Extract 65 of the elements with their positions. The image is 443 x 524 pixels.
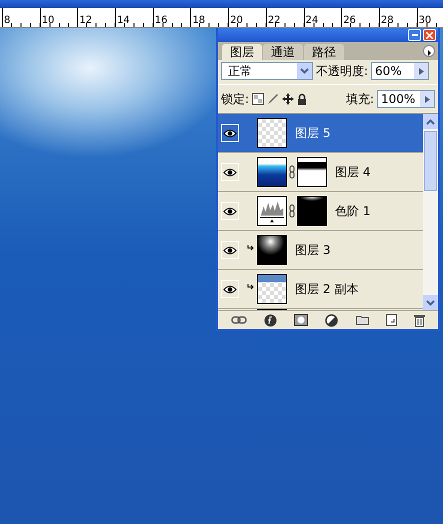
link-icon[interactable] (230, 316, 247, 324)
eye-icon[interactable] (221, 241, 239, 259)
layer-thumbnail (257, 157, 287, 187)
panel-tab[interactable]: 路径 (304, 44, 344, 60)
layer-name: 图层 4 (335, 164, 370, 180)
scroll-up-button[interactable] (423, 114, 438, 129)
scroll-down-button[interactable] (423, 295, 438, 310)
ruler-label: 12 (78, 15, 92, 27)
triangle-right-icon (424, 96, 430, 102)
layer-name: 图层 3 (295, 242, 330, 258)
ruler-label: 26 (342, 15, 356, 27)
blend-mode-dropdown[interactable]: 正常 (221, 62, 313, 80)
layer-mask-thumbnail (297, 196, 327, 226)
ruler-label: 14 (116, 15, 130, 27)
caret-down-icon (300, 68, 309, 74)
layer-thumbnail (257, 235, 287, 265)
chain-link-icon (289, 165, 295, 179)
layer-name: 图层 2 副本 (295, 280, 358, 298)
layer-mask-thumbnail (297, 157, 327, 187)
layer-row[interactable]: 图层 5 (218, 114, 423, 153)
mask-icon[interactable] (294, 314, 308, 326)
new-layer-icon[interactable] (386, 314, 398, 326)
fill-label: 填充: (346, 90, 374, 108)
ruler-label: 28 (380, 15, 394, 27)
ruler-label: 10 (40, 15, 54, 27)
eye-icon[interactable] (221, 280, 239, 298)
eye-icon[interactable] (221, 163, 239, 181)
levels-icon (257, 196, 287, 226)
half-circle-icon[interactable] (325, 314, 338, 326)
minimize-icon (412, 34, 418, 36)
panel-tab[interactable]: 图层 (222, 44, 262, 60)
layer-style-icon[interactable] (264, 314, 277, 326)
opacity-label: 不透明度: (316, 62, 368, 80)
lock-icon[interactable] (297, 93, 308, 105)
layer-name: 色阶 1 (335, 202, 370, 220)
ruler-label: 18 (191, 15, 206, 27)
move-icon[interactable] (282, 93, 294, 105)
brush-icon[interactable] (267, 93, 280, 105)
close-button[interactable] (423, 29, 436, 41)
opacity-field[interactable]: 60% (371, 62, 430, 80)
panel-menu-button[interactable] (423, 45, 435, 57)
ruler-label: 30 (418, 15, 432, 27)
layer-thumbnail (257, 118, 287, 148)
checkerboard-icon[interactable] (252, 93, 264, 105)
layer-name: 图层 5 (295, 124, 330, 142)
ruler-label: 16 (154, 15, 168, 27)
scrollbar[interactable] (423, 114, 438, 310)
eye-icon[interactable] (221, 124, 239, 142)
ruler-label: 20 (229, 15, 243, 27)
panel-tab[interactable]: 通道 (263, 44, 303, 60)
caret-up-icon (426, 118, 435, 124)
eye-icon[interactable] (221, 202, 239, 220)
ruler-label: 24 (304, 15, 318, 27)
close-icon (426, 32, 433, 38)
caret-down-icon (426, 300, 435, 306)
trash-icon[interactable] (414, 314, 426, 326)
layer-thumbnail (257, 274, 287, 304)
folder-icon[interactable] (356, 315, 369, 325)
lock-label: 锁定: (221, 90, 250, 108)
fill-field[interactable]: 100% (377, 90, 435, 108)
ruler-label: 22 (266, 15, 281, 27)
chain-link-icon (289, 204, 295, 218)
triangle-right-icon (418, 68, 424, 74)
ruler-label: 8 (3, 15, 10, 27)
minimize-button[interactable] (408, 29, 421, 41)
